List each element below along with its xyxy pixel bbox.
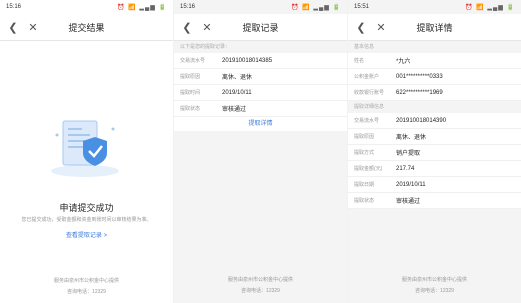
row-label: 姓名 <box>354 58 365 64</box>
detail-row: 收款银行账号 622**********1969 <box>348 85 521 101</box>
status-bar: 15:16 ⏰ 📶 ▂▄▆ 🔋 <box>174 0 347 14</box>
footer-service: 服务由泉州市公积金中心提供 <box>227 277 293 283</box>
row-value: 销户提取 <box>396 151 421 157</box>
status-time: 15:16 <box>6 4 22 10</box>
nav-bar: ❮ ✕ 提取详情 <box>348 14 521 41</box>
withdrawal-records-screen: 15:16 ⏰ 📶 ▂▄▆ 🔋 ❮ ✕ 提取记录 以下是您的提取记录： 交易流水… <box>174 0 347 303</box>
back-icon[interactable]: ❮ <box>6 20 20 34</box>
records-header: 以下是您的提取记录： <box>174 41 347 53</box>
status-icons: ⏰ 📶 ▂▄▆ 🔋 <box>291 4 341 11</box>
footer-phone: 咨询电话：12329 <box>67 289 106 295</box>
footer-service: 服务由泉州市公积金中心提供 <box>53 278 119 284</box>
detail-row: 提取方式 销户提取 <box>348 145 521 161</box>
result-title: 申请提交成功 <box>59 203 114 213</box>
nav-bar: ❮ ✕ 提取记录 <box>174 14 347 41</box>
result-content: 申请提交成功 您已提交成功，受取金额和资金到账时间以审核结果为准。 查看提取记录… <box>0 41 173 303</box>
nav-bar: ❮ ✕ 提交结果 <box>0 14 173 41</box>
row-value: 201910018014390 <box>396 117 447 124</box>
row-value: 201910018014385 <box>222 57 273 64</box>
row-label: 提取原因 <box>354 134 375 140</box>
row-value: 离休、退休 <box>396 135 427 141</box>
detail-row: 提取状态 审核通过 <box>348 193 521 209</box>
row-label: 收款银行账号 <box>354 90 385 96</box>
row-label: 提取状态 <box>354 198 375 204</box>
status-icons: ⏰ 📶 ▂▄▆ 🔋 <box>117 4 167 11</box>
row-label: 提取时间 <box>180 90 201 96</box>
record-row: 提取状态 审核通过 <box>174 101 347 117</box>
record-row: 交易流水号 201910018014385 <box>174 53 347 69</box>
footer-phone: 咨询电话：12329 <box>241 288 280 294</box>
close-icon[interactable]: ✕ <box>26 20 40 34</box>
detail-row: 提取原因 离休、退休 <box>348 129 521 145</box>
row-label: 提取方式 <box>354 150 375 156</box>
row-label: 提取金额(元) <box>354 166 383 172</box>
record-row: 提取时间 2019/10/11 <box>174 85 347 101</box>
row-label: 交易流水号 <box>180 58 206 64</box>
footer: 服务由泉州市公积金中心提供 咨询电话：12329 <box>0 276 173 298</box>
row-value: 622**********1969 <box>396 89 443 96</box>
back-icon[interactable]: ❮ <box>180 20 194 34</box>
row-value: 离休、退休 <box>222 75 253 81</box>
detail-row: 提取金额(元) 217.74 <box>348 161 521 177</box>
row-label: 提取状态 <box>180 106 201 112</box>
success-document-illustration <box>51 120 119 177</box>
row-value: 217.74 <box>396 165 415 172</box>
close-icon[interactable]: ✕ <box>200 20 214 34</box>
row-value: 2019/10/11 <box>222 89 252 96</box>
row-label: 提取日期 <box>354 182 375 188</box>
record-row: 提取原因 离休、退休 <box>174 69 347 85</box>
status-icons: ⏰ 📶 ▂▄▆ 🔋 <box>465 4 515 11</box>
submit-result-screen: 15:16 ⏰ 📶 ▂▄▆ 🔋 ❮ ✕ 提交结果 申请提交成功 您已提交成功，受… <box>0 0 173 303</box>
detail-row: 姓名 *九六 <box>348 53 521 69</box>
row-label: 提取原因 <box>180 74 201 80</box>
withdrawal-detail-screen: 15:51 ⏰ 📶 ▂▄▆ 🔋 ❮ ✕ 提取详情 基本信息 姓名 *九六 公积金… <box>348 0 521 303</box>
result-description: 您已提交成功，受取金额和资金到账时间以审核结果为准。 <box>21 217 152 223</box>
row-label: 交易流水号 <box>354 118 380 124</box>
footer: 服务由泉州市公积金中心提供 咨询电话：12329 <box>348 275 521 297</box>
status-time: 15:51 <box>354 4 370 10</box>
row-value: 2019/10/11 <box>396 181 426 188</box>
withdrawal-info-header: 提取详细信息 <box>348 101 521 113</box>
row-value: 审核通过 <box>222 107 247 113</box>
status-bar: 15:16 ⏰ 📶 ▂▄▆ 🔋 <box>0 0 173 14</box>
footer-phone: 咨询电话：12329 <box>415 288 454 294</box>
footer: 服务由泉州市公积金中心提供 咨询电话：12329 <box>174 275 347 297</box>
status-bar: 15:51 ⏰ 📶 ▂▄▆ 🔋 <box>348 0 521 14</box>
view-records-link[interactable]: 查看提取记录 > <box>0 230 173 239</box>
row-value: 审核通过 <box>396 199 421 205</box>
close-icon[interactable]: ✕ <box>374 20 388 34</box>
detail-row: 提取日期 2019/10/11 <box>348 177 521 193</box>
detail-row: 交易流水号 201910018014390 <box>348 113 521 129</box>
basic-info-header: 基本信息 <box>348 41 521 53</box>
back-icon[interactable]: ❮ <box>354 20 368 34</box>
row-value: 001**********0333 <box>396 73 443 80</box>
row-value: *九六 <box>396 59 411 65</box>
footer-service: 服务由泉州市公积金中心提供 <box>401 277 467 283</box>
row-label: 公积金账户 <box>354 74 380 80</box>
detail-row: 公积金账户 001**********0333 <box>348 69 521 85</box>
view-detail-link[interactable]: 提取详情 <box>174 117 347 131</box>
status-time: 15:16 <box>180 4 196 10</box>
